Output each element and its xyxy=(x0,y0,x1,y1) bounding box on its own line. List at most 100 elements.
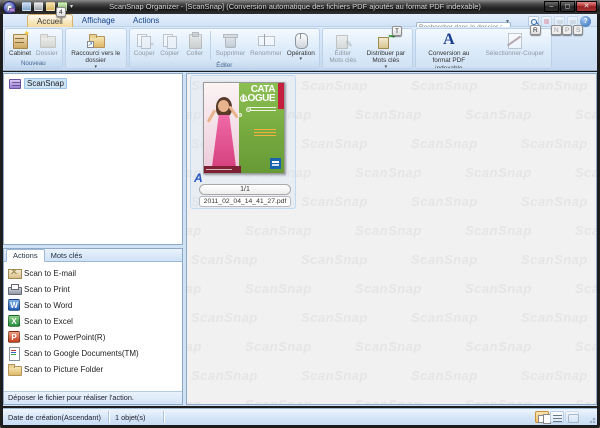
dossier-button: Dossier xyxy=(34,30,60,59)
tab-affichage[interactable]: Affichage xyxy=(73,14,124,27)
powerpoint-icon xyxy=(8,331,20,343)
shortcut-folder-icon xyxy=(86,31,106,49)
tab-mots-cles[interactable]: Mots clés xyxy=(45,250,89,261)
search-dropdown-icon[interactable]: ▼ xyxy=(505,19,510,25)
qat-dropdown-icon[interactable]: ▾ xyxy=(70,4,73,10)
action-scan-to-powerpoint[interactable]: Scan to PowerPoint(R) xyxy=(8,329,182,345)
watermark-text: ScanSnap xyxy=(521,194,588,209)
view-switcher xyxy=(535,411,579,423)
actions-pane-footer: Déposer le fichier pour réaliser l'actio… xyxy=(4,391,182,404)
page-indicator[interactable]: 1/1 xyxy=(199,184,291,195)
window-title: ScanSnap Organizer - [ScanSnap] (Convers… xyxy=(95,2,495,11)
watermark-text: ScanSnap xyxy=(301,78,368,93)
thumbnail-view-button[interactable] xyxy=(535,411,549,423)
window-icon[interactable] xyxy=(22,2,31,11)
status-divider xyxy=(108,411,109,423)
file-name[interactable]: 2011_02_04_14_41_27.pdf xyxy=(199,196,291,207)
document-thumbnail[interactable]: CATA LOGUE xyxy=(203,82,285,174)
watermark-text: ScanSnap xyxy=(191,310,258,325)
watermark-text: ScanSnap xyxy=(575,165,596,180)
keytip-4: 4 xyxy=(56,7,66,17)
watermark-text: ScanSnap xyxy=(411,368,478,383)
watermark-text: ScanSnap xyxy=(245,223,312,238)
paste-icon xyxy=(185,31,205,49)
actions-pane-tabs: Actions Mots clés xyxy=(4,249,182,262)
cover-red-ribbon xyxy=(278,83,284,109)
keytip-n: N xyxy=(551,25,562,35)
watermark-text: ScanSnap xyxy=(191,252,258,267)
distribuer-mots-cles-button[interactable]: Distribuer par Mots clés ▾ xyxy=(362,30,410,69)
tree-item-scansnap[interactable]: ScanSnap xyxy=(9,78,182,89)
watermark-text: ScanSnap xyxy=(521,252,588,267)
operation-button[interactable]: Opération ▾ xyxy=(285,30,317,61)
conversion-pdf-indexable-button[interactable]: Conversion au format PDF indexable ▾ xyxy=(418,30,480,69)
tab-actions[interactable]: Actions xyxy=(124,14,168,27)
supprimer-button: Supprimer xyxy=(214,30,247,61)
action-scan-to-word[interactable]: Scan to Word xyxy=(8,297,182,313)
watermark-text: ScanSnap xyxy=(301,194,368,209)
watermark-text: ScanSnap xyxy=(191,368,258,383)
watermark-text: ScanSnap xyxy=(355,281,422,296)
searchable-pdf-marker: A xyxy=(194,172,203,184)
window-controls xyxy=(543,1,597,12)
tab-actions-panel[interactable]: Actions xyxy=(6,249,45,262)
tab-accueil[interactable]: Accueil xyxy=(27,14,73,27)
action-scan-to-email[interactable]: Scan to E-mail xyxy=(8,265,182,281)
watermark-text: ScanSnap xyxy=(411,78,478,93)
watermark-text: ScanSnap xyxy=(245,281,312,296)
action-scan-to-print[interactable]: Scan to Print xyxy=(8,281,182,297)
action-scan-to-excel[interactable]: Scan to Excel xyxy=(8,313,182,329)
ribbon-group-nouveau: ✦ Cabinet Dossier Nouveau xyxy=(4,28,63,69)
action-label: Scan to PowerPoint(R) xyxy=(24,333,105,342)
actions-pane: Actions Mots clés Scan to E-mail Scan to… xyxy=(3,248,183,405)
mouse-icon xyxy=(291,31,311,49)
watermark-text: ScanSnap xyxy=(465,223,532,238)
picture-folder-icon xyxy=(8,363,20,375)
action-scan-to-google-documents[interactable]: Scan to Google Documents(TM) xyxy=(8,345,182,361)
action-label: Scan to Print xyxy=(24,285,70,294)
status-bar: Date de création(Ascendant) 1 objet(s) xyxy=(3,408,597,425)
watermark-text: ScanSnap xyxy=(575,223,596,238)
cover-left-panel xyxy=(204,83,241,173)
close-button[interactable] xyxy=(576,1,597,12)
watermark-text: ScanSnap xyxy=(521,78,588,93)
cabinet-icon xyxy=(9,79,21,89)
file-item[interactable]: CATA LOGUE A 1/1 2011_02_04_14_41 xyxy=(190,75,296,209)
keytip-p: P xyxy=(562,25,572,35)
file-list-pane[interactable]: ScanSnap ScanSnap ScanSnap ScanSnap ScanSnap… xyxy=(186,73,597,405)
raccourci-dossier-button[interactable]: Raccourci vers le dossier ▾ xyxy=(68,30,124,69)
application-menu-button[interactable] xyxy=(3,1,16,14)
watermark-text: ScanSnap xyxy=(465,165,532,180)
selectionner-couper-button: Sélectionner-Couper xyxy=(481,30,549,69)
minimize-button[interactable] xyxy=(544,1,559,12)
watermark-text: ScanSnap xyxy=(245,397,312,404)
clear-search-icon xyxy=(541,16,552,27)
resize-grip[interactable] xyxy=(586,414,596,424)
list-view-button[interactable] xyxy=(550,411,564,423)
select-cut-icon xyxy=(505,31,525,49)
watermark-text: ScanSnap xyxy=(411,252,478,267)
couper-button: Couper xyxy=(132,30,157,61)
action-label: Scan to E-mail xyxy=(24,269,76,278)
action-scan-to-picture-folder[interactable]: Scan to Picture Folder xyxy=(8,361,182,377)
coller-button: Coller xyxy=(183,30,207,61)
action-label: Scan to Google Documents(TM) xyxy=(24,349,139,358)
watermark-text: ScanSnap xyxy=(187,397,202,404)
watermark-text: ScanSnap xyxy=(187,339,202,354)
maximize-button[interactable] xyxy=(560,1,575,12)
folder-icon[interactable] xyxy=(46,2,55,11)
cabinet-button[interactable]: ✦ Cabinet xyxy=(7,30,33,59)
watermark-text: ScanSnap xyxy=(355,339,422,354)
word-icon xyxy=(8,299,20,311)
printer-icon[interactable] xyxy=(34,2,43,11)
keytip-t: T xyxy=(392,26,402,36)
title-bar: ▾ ScanSnap Organizer - [ScanSnap] (Conve… xyxy=(0,0,600,14)
status-divider xyxy=(163,411,164,423)
watermark-text: ScanSnap xyxy=(187,281,202,296)
chevron-down-icon: ▾ xyxy=(94,65,97,69)
excel-icon xyxy=(8,315,20,327)
editer-mots-cles-button: Éditer Mots clés xyxy=(325,30,361,69)
watermark-text: ScanSnap xyxy=(465,339,532,354)
search-box[interactable]: ▼ xyxy=(416,16,511,27)
copier-button: Copier xyxy=(158,30,182,61)
